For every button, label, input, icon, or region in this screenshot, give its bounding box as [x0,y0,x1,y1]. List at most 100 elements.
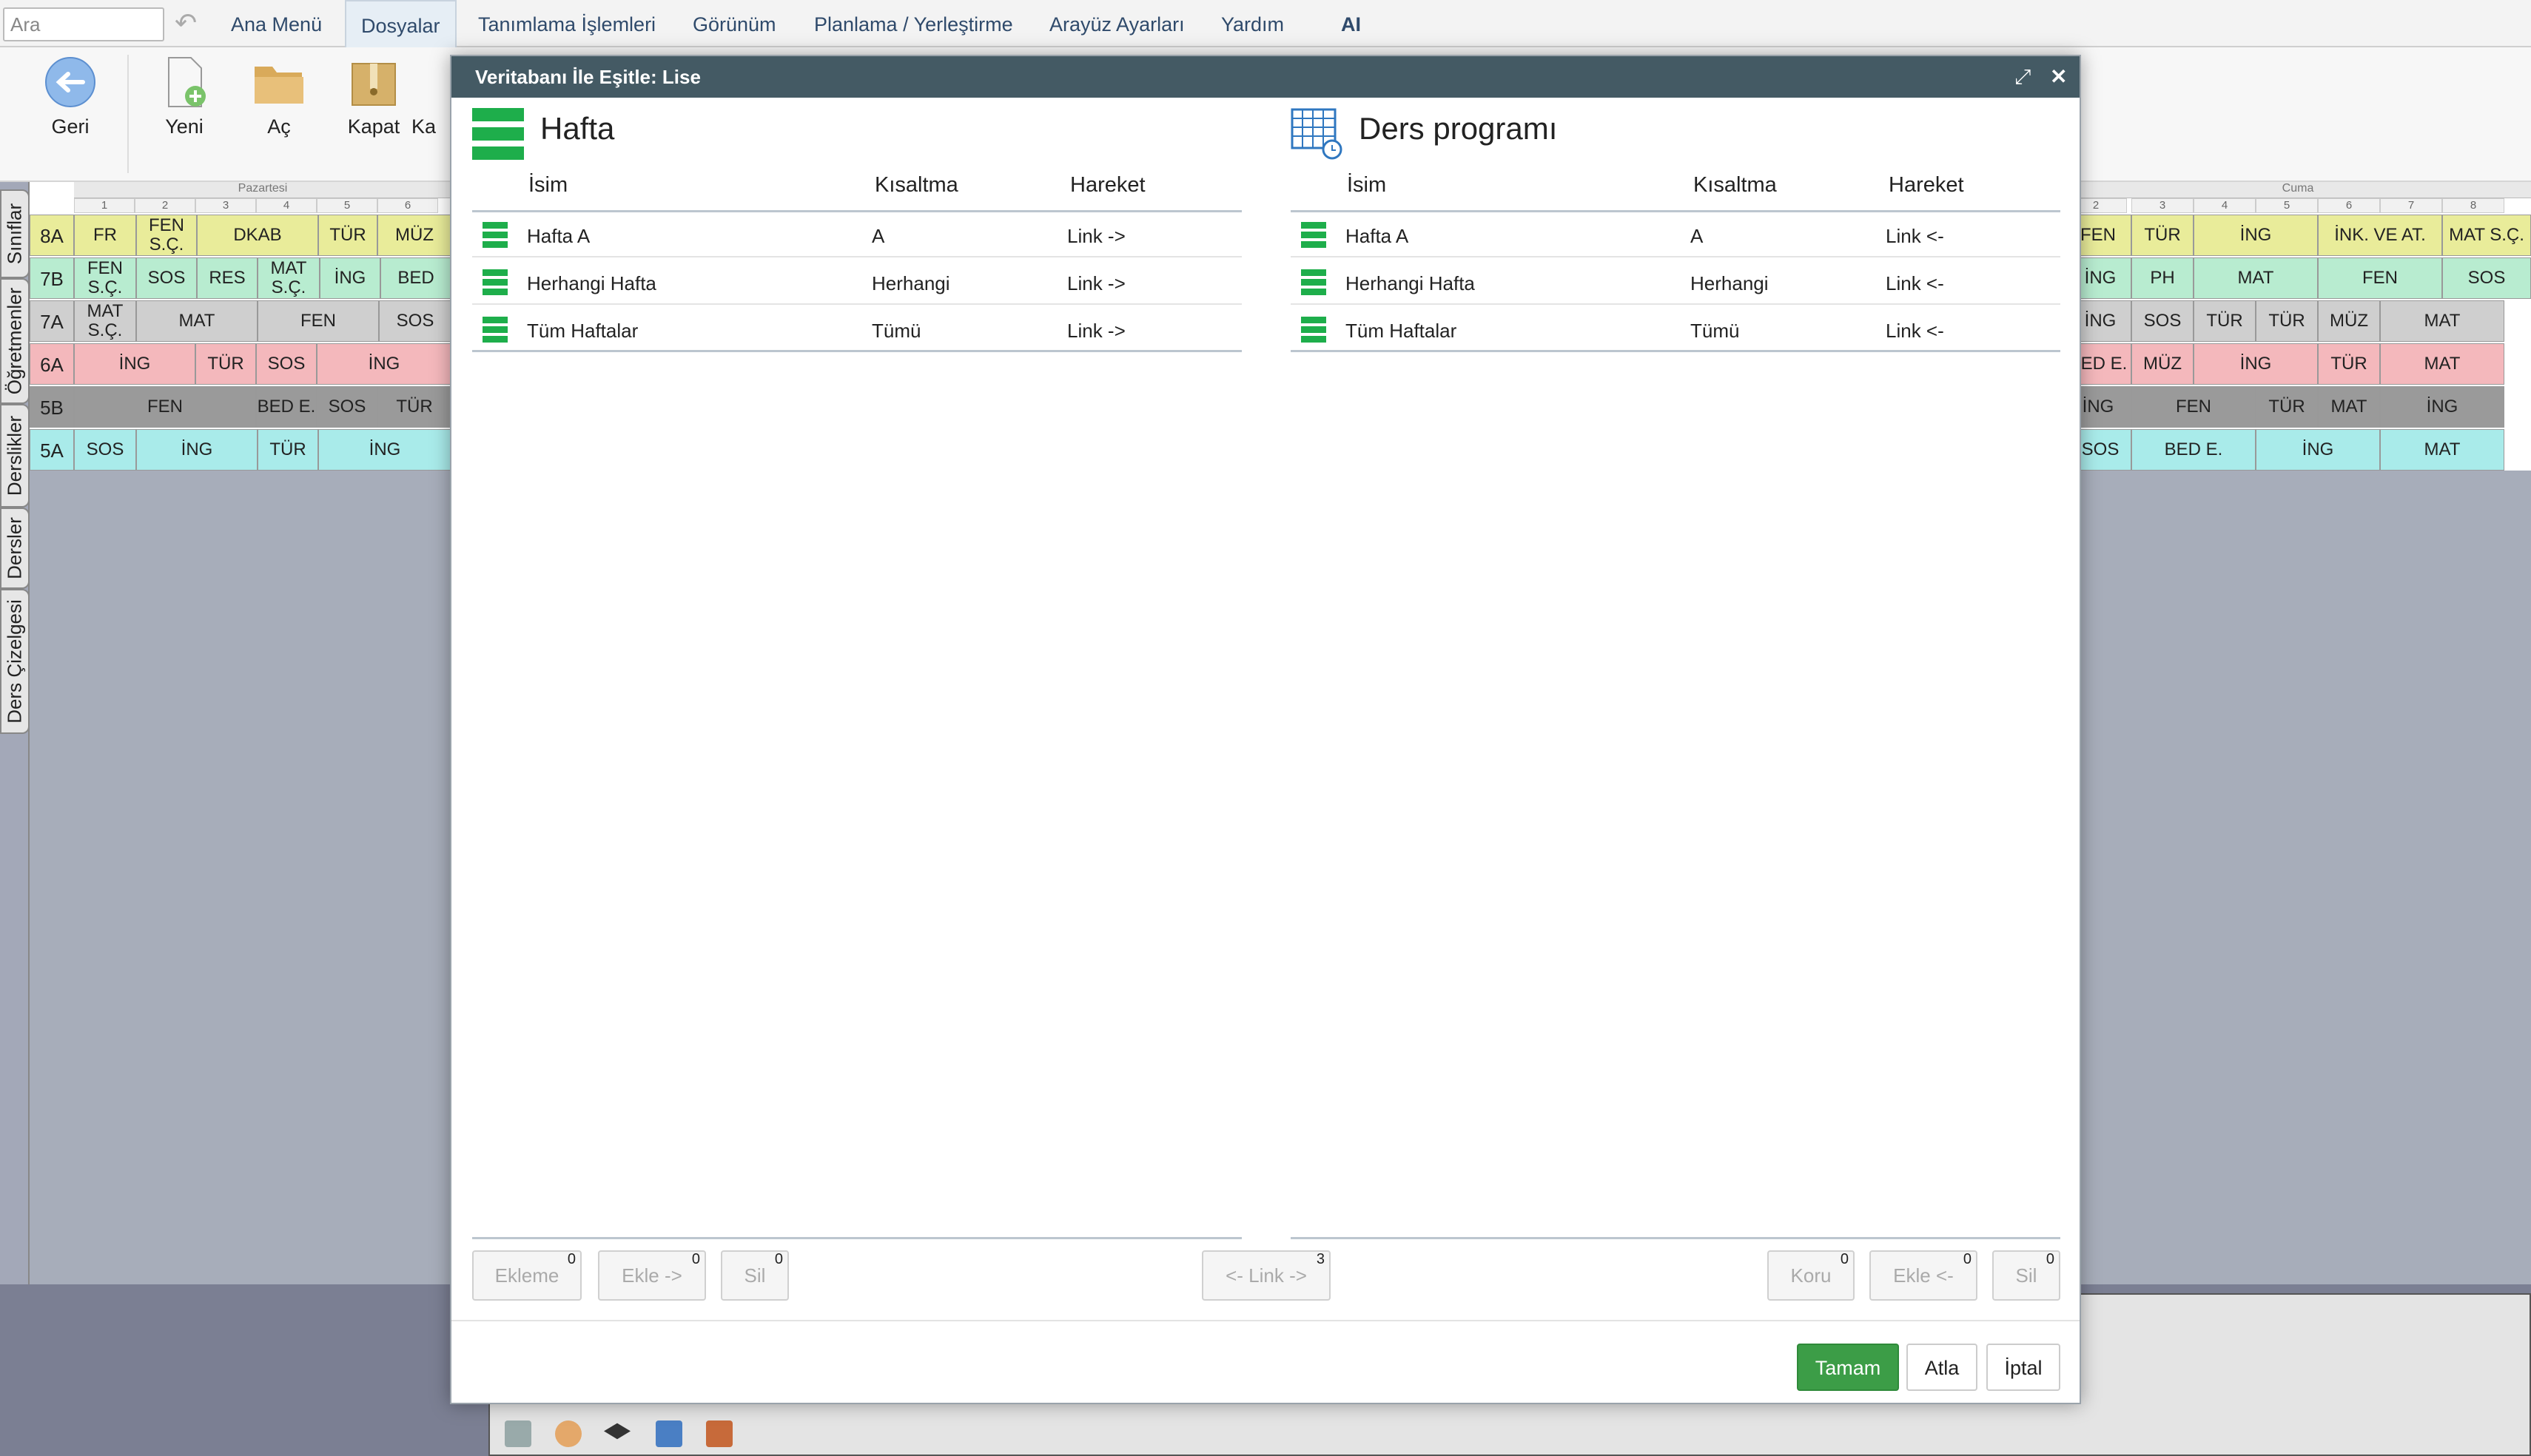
timetable-cell[interactable]: FEN S.Ç. [136,215,197,256]
timetable-cell[interactable]: PH [2131,257,2194,299]
row-action[interactable]: Link -> [1067,272,1126,295]
building-icon[interactable] [505,1420,531,1447]
sil-right-button[interactable]: Sil 0 [1992,1250,2060,1301]
timetable-cell[interactable]: TÜR [318,215,377,256]
timetable-cell[interactable]: MAT S.Ç. [258,257,320,299]
close-icon[interactable]: ✕ [2050,56,2067,98]
timetable-cell[interactable]: FEN S.Ç. [74,257,136,299]
timetable-cell[interactable]: İNG [74,343,195,385]
ekleme-button[interactable]: Ekleme 0 [472,1250,582,1301]
timetable-cell[interactable]: FEN [74,386,256,428]
column-header-name[interactable]: İsim [528,173,568,198]
timetable-cell[interactable]: TÜR [2131,215,2194,256]
timetable-cell[interactable]: BED E. [2131,429,2256,471]
timetable-cell[interactable]: MAT S.Ç. [2442,215,2531,256]
timetable-cell[interactable]: DKAB [197,215,318,256]
sil-left-button[interactable]: Sil 0 [721,1250,789,1301]
skip-button[interactable]: Atla [1906,1344,1977,1391]
tab-siniflar[interactable]: Sınıflar [0,189,30,278]
row-action[interactable]: Link -> [1067,225,1126,248]
timetable-cell[interactable]: BED E. [256,386,317,428]
timetable-cell[interactable]: RES [197,257,258,299]
timetable-cell[interactable]: İNG [2380,386,2504,428]
timetable-cell[interactable]: MAT [2194,257,2318,299]
timetable-cell[interactable]: TÜR [377,386,451,428]
koru-button[interactable]: Koru 0 [1767,1250,1855,1301]
new-button[interactable]: Yeni [136,56,232,138]
column-header-short[interactable]: Kısaltma [875,173,958,198]
row-action[interactable]: Link -> [1067,320,1126,343]
timetable-cell[interactable]: SOS [379,300,451,342]
ekle-right-button[interactable]: Ekle -> 0 [598,1250,706,1301]
ok-button[interactable]: Tamam [1797,1344,1899,1391]
timetable-cell[interactable]: MÜZ [2318,300,2380,342]
row-action[interactable]: Link <- [1886,272,1944,295]
timetable-cell[interactable]: FEN [258,300,379,342]
ekle-left-button[interactable]: Ekle <- 0 [1869,1250,1977,1301]
timetable-cell[interactable]: SOS [2131,300,2194,342]
menu-planlama[interactable]: Planlama / Yerleştirme [814,0,1013,47]
row-action[interactable]: Link <- [1886,225,1944,248]
timetable-cell[interactable]: SOS [136,257,197,299]
open-button[interactable]: Aç [231,56,327,138]
timetable-cell[interactable]: İNK. VE AT. [2318,215,2442,256]
teacher-icon[interactable] [555,1420,582,1447]
timetable-cell[interactable]: MAT S.Ç. [74,300,136,342]
timetable-cell[interactable]: FR [74,215,136,256]
timetable-cell[interactable]: İNG [318,429,451,471]
table-row[interactable]: Tüm Haftalar Tümü Link <- [1291,306,2060,352]
timetable-cell[interactable]: MÜZ [2131,343,2194,385]
menu-gorunum[interactable]: Görünüm [693,0,776,47]
column-header-short[interactable]: Kısaltma [1693,173,1777,198]
menu-dosyalar[interactable]: Dosyalar [345,0,457,49]
tab-ogretmenler[interactable]: Öğretmenler [0,278,30,404]
undo-icon[interactable]: ↶ [175,7,197,38]
timetable-cell[interactable]: SOS [256,343,317,385]
ribbon-partial-button[interactable]: Ka [411,56,456,138]
timetable-cell[interactable]: FEN [2318,257,2442,299]
timetable-cell[interactable]: MAT [2380,343,2504,385]
tab-ders-cizelgesi[interactable]: Ders Çizelgesi [0,589,30,734]
table-row[interactable]: Tüm Haftalar Tümü Link -> [472,306,1242,352]
back-button[interactable]: Geri [22,56,118,138]
timetable-cell[interactable]: MAT [2380,429,2504,471]
timetable-cell[interactable]: TÜR [195,343,256,385]
timetable-cell[interactable]: İNG [2194,215,2318,256]
link-button[interactable]: <- Link -> 3 [1202,1250,1331,1301]
timetable-cell[interactable]: SOS [2442,257,2531,299]
timetable-cell[interactable]: SOS [317,386,377,428]
timetable-cell[interactable]: TÜR [2318,343,2380,385]
table-row[interactable]: Herhangi Hafta Herhangi Link <- [1291,259,2060,305]
timetable-cell[interactable]: BED [380,257,451,299]
timetable-cell[interactable]: MAT [2318,386,2380,428]
timetable-cell[interactable]: TÜR [2256,386,2318,428]
menu-yardim[interactable]: Yardım [1221,0,1284,47]
menu-tanimlama[interactable]: Tanımlama İşlemleri [478,0,656,47]
timetable-cell[interactable]: TÜR [2194,300,2256,342]
timetable-cell[interactable]: İNG [2256,429,2380,471]
table-row[interactable]: Hafta A A Link -> [472,212,1242,257]
table-row[interactable]: Herhangi Hafta Herhangi Link -> [472,259,1242,305]
timetable-cell[interactable]: TÜR [2256,300,2318,342]
column-header-action[interactable]: Hareket [1070,173,1146,198]
menu-ai[interactable]: AI [1341,0,1361,47]
tab-dersler[interactable]: Dersler [0,508,30,589]
tab-derslikler[interactable]: Derslikler [0,404,30,508]
timetable-cell[interactable]: İNG [320,257,380,299]
timetable-cell[interactable]: İNG [136,429,258,471]
row-action[interactable]: Link <- [1886,320,1944,343]
cancel-button[interactable]: İptal [1986,1344,2060,1391]
timetable-cell[interactable]: İNG [2194,343,2318,385]
timetable-cell[interactable]: FEN [2131,386,2256,428]
search-input[interactable]: Ara [3,7,164,41]
column-header-action[interactable]: Hareket [1889,173,1964,198]
timetable-cell[interactable]: TÜR [258,429,318,471]
close-button[interactable]: Kapat [326,56,422,138]
book-icon[interactable] [656,1420,682,1447]
maximize-icon[interactable]: ⤢ [2014,56,2031,98]
menu-ana-menu[interactable]: Ana Menü [231,0,322,47]
timetable-cell[interactable]: MÜZ [377,215,451,256]
door-icon[interactable] [706,1420,733,1447]
column-header-name[interactable]: İsim [1347,173,1386,198]
timetable-cell[interactable]: MAT [136,300,258,342]
